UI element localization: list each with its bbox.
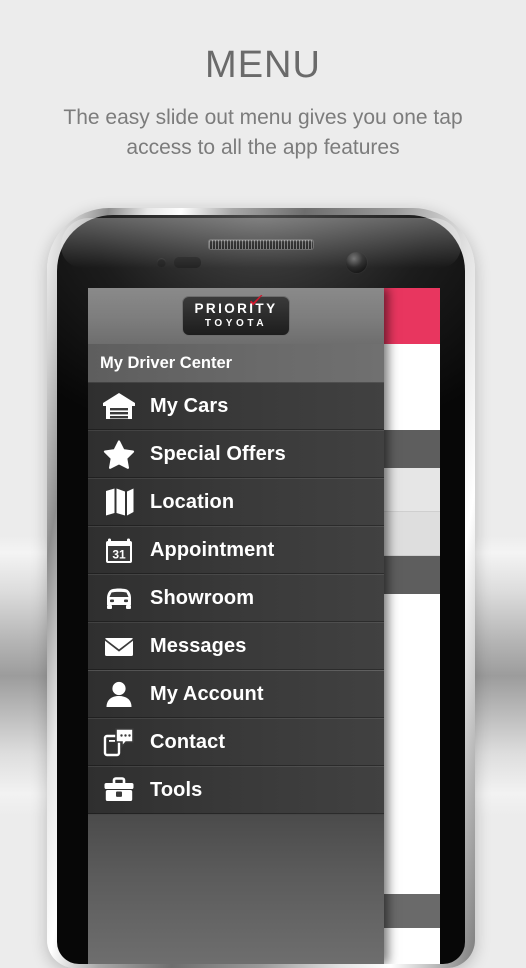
- brand-name-secondary: TOYOTA: [204, 317, 268, 329]
- menu-item-tools[interactable]: Tools: [88, 766, 384, 814]
- menu-item-my-account[interactable]: My Account: [88, 670, 384, 718]
- slide-out-menu: PRIORITY TOYOTA My Driver Center My Cars: [88, 288, 384, 964]
- person-icon: [102, 679, 150, 709]
- car-icon: [102, 583, 150, 613]
- menu-item-label: Messages: [150, 634, 247, 657]
- phone-screen: Ac Em Log N PRIORITY TOYOTA: [88, 288, 440, 964]
- calendar-icon: 31: [102, 535, 150, 565]
- menu-item-my-cars[interactable]: My Cars: [88, 382, 384, 430]
- menu-item-label: My Cars: [150, 394, 229, 417]
- menu-item-label: Location: [150, 490, 235, 513]
- light-sensor-icon: [174, 257, 201, 268]
- garage-icon: [102, 391, 150, 421]
- menu-logo-bar: PRIORITY TOYOTA: [88, 288, 384, 344]
- menu-item-contact[interactable]: Contact: [88, 718, 384, 766]
- header: MENU The easy slide out menu gives you o…: [0, 0, 526, 163]
- menu-item-label: Tools: [150, 778, 203, 801]
- menu-item-label: Contact: [150, 730, 226, 753]
- brand-name-primary: PRIORITY: [194, 301, 278, 317]
- map-icon: [102, 487, 150, 517]
- menu-item-special-offers[interactable]: Special Offers: [88, 430, 384, 478]
- menu-item-messages[interactable]: Messages: [88, 622, 384, 670]
- brand-logo: PRIORITY TOYOTA: [181, 295, 291, 336]
- menu-item-label: Appointment: [150, 538, 275, 561]
- menu-item-label: Showroom: [150, 586, 255, 609]
- proximity-sensor-icon: [157, 258, 166, 267]
- svg-text:31: 31: [112, 547, 126, 561]
- menu-section-title: My Driver Center: [88, 344, 384, 382]
- phone-chat-icon: [102, 727, 150, 757]
- speaker-grille: [208, 239, 314, 250]
- envelope-icon: [102, 631, 150, 661]
- phone-mockup: Ac Em Log N PRIORITY TOYOTA: [47, 208, 475, 968]
- front-camera-icon: [346, 252, 367, 273]
- menu-item-showroom[interactable]: Showroom: [88, 574, 384, 622]
- star-icon: [102, 439, 150, 469]
- menu-empty-area: [88, 814, 384, 964]
- menu-item-location[interactable]: Location: [88, 478, 384, 526]
- menu-item-label: My Account: [150, 682, 264, 705]
- menu-item-label: Special Offers: [150, 442, 286, 465]
- page-subtitle: The easy slide out menu gives you one ta…: [63, 106, 463, 159]
- page-title: MENU: [205, 44, 321, 86]
- toolbox-icon: [102, 775, 150, 805]
- menu-item-appointment[interactable]: 31 Appointment: [88, 526, 384, 574]
